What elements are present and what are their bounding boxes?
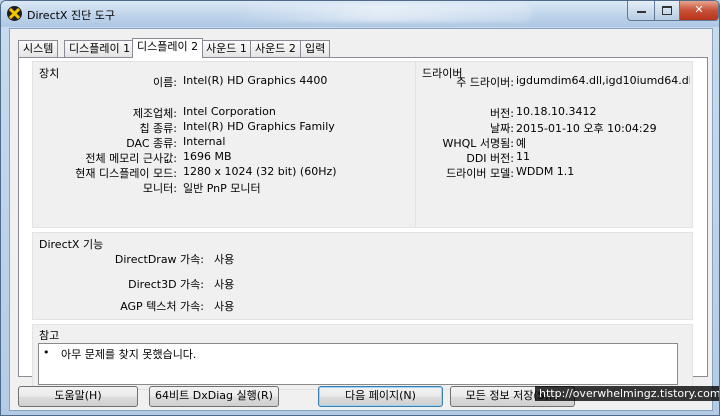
tab-input[interactable]: 입력 [300,40,331,57]
title-bar[interactable]: DirectX 진단 도구 ✕ [1,1,719,27]
ddi-version-value: 11 [516,150,530,163]
device-name-value: Intel(R) HD Graphics 4400 [183,74,328,87]
url-watermark: http://overwhelmingz.tistory.com [535,386,719,401]
directdraw-accel-value: 사용 [214,253,235,266]
device-group: 장치 이름: Intel(R) HD Graphics 4400 제조업체: I… [32,61,416,228]
close-icon: ✕ [694,3,704,16]
minimize-button[interactable] [627,1,655,21]
notes-text: 아무 문제를 찾지 못했습니다. [61,348,197,361]
chip-type-value: Intel(R) HD Graphics Family [183,120,335,133]
notes-textbox[interactable]: • 아무 문제를 찾지 못했습니다. [38,343,678,385]
date-value: 2015-01-10 오후 10:04:29 [516,122,657,135]
driver-group: 드라이버 주 드라이버: igdumdim64.dll,igd10iumd64.… [415,61,693,228]
window-title: DirectX 진단 도구 [27,9,115,22]
manufacturer-label: 제조업체: [132,107,177,120]
dialog-client-area: 시스템 디스플레이 1 디스플레이 2 사운드 1 사운드 2 입력 장치 이름… [9,28,713,411]
maximize-icon [662,6,672,15]
monitor-value: 일반 PnP 모니터 [183,182,261,195]
directx-diag-window: DirectX 진단 도구 ✕ 시스템 디스플레이 1 디스플레이 2 사운드 … [0,0,720,416]
tab-sound-2[interactable]: 사운드 2 [250,40,301,57]
close-button[interactable]: ✕ [679,1,719,21]
ddi-version-label: DDI 버전: [466,152,514,165]
total-memory-value: 1696 MB [183,150,232,163]
agp-texture-accel-value: 사용 [214,300,235,313]
display-mode-value: 1280 x 1024 (32 bit) (60Hz) [183,165,337,178]
title-bar-glass-blur [231,4,531,22]
next-page-button[interactable]: 다음 페이지(N) [318,386,443,407]
notes-group-title: 참고 [39,329,60,342]
version-label: 버전: [490,107,514,120]
minimize-icon [636,11,646,13]
whql-label: WHQL 서명됨: [442,137,515,150]
device-name-label: 이름: [153,76,177,89]
dac-type-label: DAC 종류: [126,137,177,150]
total-memory-label: 전체 메모리 근사값: [85,152,177,165]
tab-panel-display-2: 장치 이름: Intel(R) HD Graphics 4400 제조업체: I… [18,57,708,390]
directx-app-icon [7,6,22,21]
tab-sound-1[interactable]: 사운드 1 [201,40,252,57]
maximize-button[interactable] [654,1,680,21]
directx-features-title: DirectX 기능 [39,238,104,251]
chip-type-label: 칩 종류: [139,122,177,135]
notes-bullet: • [43,346,50,359]
main-driver-value: igdumdim64.dll,igd10iumd64.dll,igd10 [516,74,690,87]
display-mode-label: 현재 디스플레이 모드: [75,167,177,180]
driver-model-label: 드라이버 모델: [446,167,514,180]
tab-display-1[interactable]: 디스플레이 1 [64,40,136,57]
whql-value: 예 [516,137,527,150]
main-driver-label: 주 드라이버: [456,76,514,89]
tab-display-2[interactable]: 디스플레이 2 [132,38,204,58]
run-64bit-dxdiag-button[interactable]: 64비트 DxDiag 실행(R) [149,386,279,407]
help-button[interactable]: 도움말(H) [18,386,138,407]
agp-texture-accel-label: AGP 텍스처 가속: [120,300,204,313]
manufacturer-value: Intel Corporation [183,105,276,118]
direct3d-accel-value: 사용 [214,278,235,291]
date-label: 날짜: [490,122,514,135]
directdraw-accel-label: DirectDraw 가속: [114,253,204,266]
version-value: 10.18.10.3412 [516,105,597,118]
driver-model-value: WDDM 1.1 [516,165,575,178]
device-group-title: 장치 [39,67,60,80]
directx-features-group: DirectX 기능 DirectDraw 가속: 사용 Direct3D 가속… [32,232,693,320]
tab-system[interactable]: 시스템 [18,40,59,57]
monitor-label: 모니터: [142,182,177,195]
dac-type-value: Internal [183,135,226,148]
direct3d-accel-label: Direct3D 가속: [128,278,204,291]
